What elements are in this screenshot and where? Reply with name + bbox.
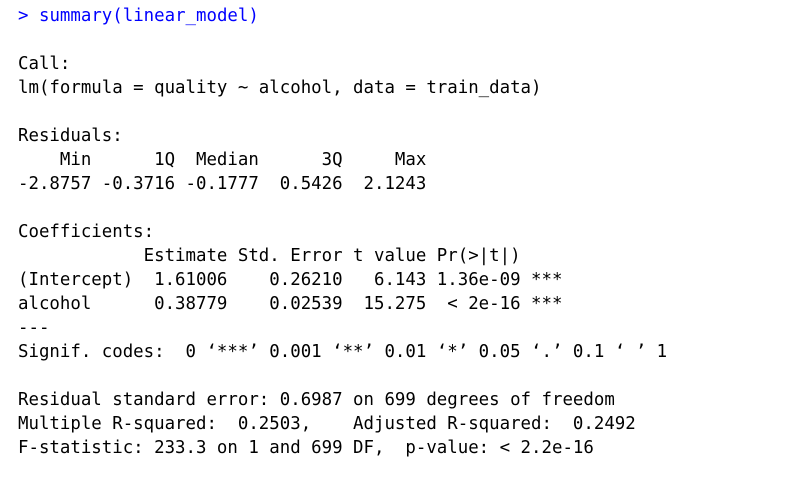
call-formula: lm(formula = quality ~ alcohol, data = t… [18, 78, 542, 98]
r-console-output[interactable]: > summary(linear_model) Call: lm(formula… [0, 0, 787, 483]
coefficient-row-intercept: (Intercept) 1.61006 0.26210 6.143 1.36e-… [18, 270, 563, 290]
residuals-header: Residuals: [18, 126, 123, 146]
prompt-symbol: > [18, 6, 29, 26]
call-header: Call: [18, 54, 71, 74]
r-squared-line: Multiple R-squared: 0.2503, Adjusted R-s… [18, 414, 647, 434]
f-statistic-line: F-statistic: 233.3 on 1 and 699 DF, p-va… [18, 438, 594, 458]
residuals-values: -2.8757 -0.3716 -0.1777 0.5426 2.1243 [18, 174, 437, 194]
separator-line: --- [18, 318, 50, 338]
command-text: summary(linear_model) [38, 6, 259, 26]
coefficients-header: Coefficients: [18, 222, 155, 242]
coefficients-column-header: Estimate Std. Error t value Pr(>|t|) [18, 246, 563, 266]
signif-codes: Signif. codes: 0 ‘***’ 0.001 ‘**’ 0.01 ‘… [18, 342, 668, 362]
command-line: > summary(linear_model) [18, 4, 787, 28]
residual-standard-error: Residual standard error: 0.6987 on 699 d… [18, 390, 615, 410]
coefficient-row-alcohol: alcohol 0.38779 0.02539 15.275 < 2e-16 *… [18, 294, 563, 314]
residuals-labels: Min 1Q Median 3Q Max [18, 150, 437, 170]
